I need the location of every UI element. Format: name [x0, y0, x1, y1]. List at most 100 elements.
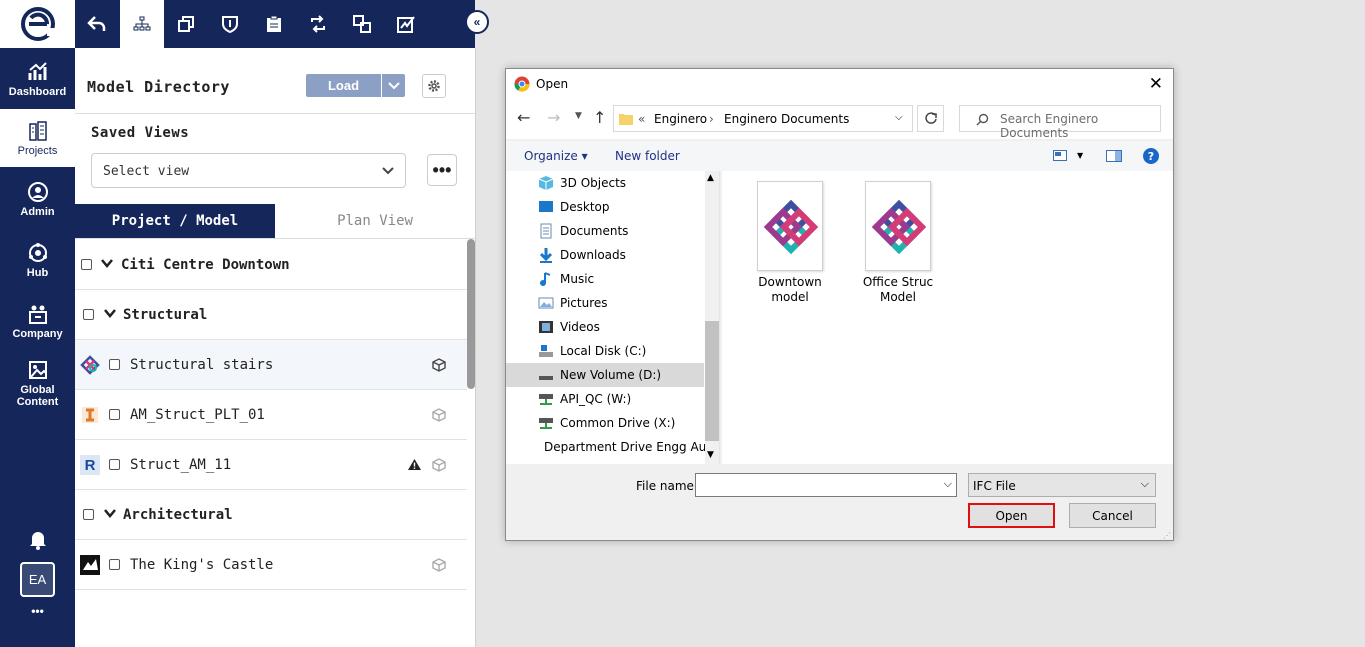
scrollbar-thumb[interactable] [705, 321, 719, 441]
model-row[interactable]: R Struct_AM_11 [75, 440, 467, 490]
tree-item-department-drive[interactable]: Department Drive Engg Aut [538, 435, 708, 459]
model-row[interactable]: The King's Castle [75, 540, 467, 590]
row-checkbox[interactable] [81, 259, 92, 270]
group-row[interactable]: Citi Centre Downtown [75, 240, 467, 290]
row-checkbox[interactable] [83, 309, 94, 320]
file-name-input[interactable]: ⌵ [695, 473, 957, 497]
load-dropdown-button[interactable] [382, 74, 405, 97]
downloads-icon [539, 248, 553, 263]
cube-icon[interactable] [432, 458, 446, 472]
tree-item-videos[interactable]: Videos [538, 315, 708, 339]
enginero-logo[interactable] [0, 0, 75, 48]
organize-menu[interactable]: Organize ▾ [524, 149, 588, 163]
sync-button[interactable] [296, 0, 340, 48]
bell-icon[interactable] [27, 528, 49, 550]
forward-arrow-icon[interactable]: → [547, 108, 560, 127]
cube-icon[interactable] [432, 358, 446, 372]
tree-item-local-disk[interactable]: Local Disk (C:) [538, 339, 708, 363]
back-button[interactable] [75, 0, 119, 48]
cancel-button[interactable]: Cancel [1069, 503, 1156, 528]
file-item[interactable]: Office Struc Model [858, 181, 938, 305]
nav-global-content[interactable]: Global Content [0, 352, 75, 414]
cube-icon[interactable] [432, 558, 446, 572]
tree-item-documents[interactable]: Documents [538, 219, 708, 243]
tree-item-downloads[interactable]: Downloads [538, 243, 708, 267]
breadcrumb-enginero-documents[interactable]: Enginero Documents [724, 112, 849, 126]
ifc-file-icon [757, 181, 823, 271]
tree-item-pictures[interactable]: Pictures [538, 291, 708, 315]
model-row[interactable]: Structural stairs [75, 340, 467, 390]
chevron-down-icon[interactable]: ⌵ [895, 112, 903, 123]
close-icon[interactable]: ✕ [1149, 74, 1163, 94]
file-type-select[interactable]: IFC File ⌵ [968, 473, 1156, 497]
report-button[interactable] [384, 0, 428, 48]
row-checkbox[interactable] [109, 559, 120, 570]
scroll-up-icon[interactable]: ▲ [707, 173, 714, 183]
3d-objects-icon [538, 176, 554, 190]
load-button[interactable]: Load [306, 74, 381, 97]
model-label: AM_Struct_PLT_01 [130, 406, 265, 423]
address-bar[interactable]: « Enginero › Enginero Documents ⌵ [613, 105, 913, 132]
tree-label: Music [560, 272, 595, 286]
cube-icon[interactable] [432, 408, 446, 422]
resize-grip-icon[interactable]: ⋰ [1163, 531, 1171, 540]
preview-pane-icon[interactable] [1106, 150, 1122, 162]
help-icon[interactable]: ? [1143, 148, 1159, 164]
more-options-button[interactable]: ••• [427, 154, 457, 186]
tab-plan-view[interactable]: Plan View [275, 204, 475, 238]
tree-item-api-qc[interactable]: API_QC (W:) [538, 387, 708, 411]
nav-projects[interactable]: Projects [0, 109, 75, 167]
row-checkbox[interactable] [83, 509, 94, 520]
back-arrow-icon[interactable]: ← [517, 108, 530, 127]
settings-button[interactable] [422, 74, 446, 98]
nav-label: Company [12, 327, 63, 340]
compare-button[interactable] [340, 0, 384, 48]
tree-item-new-volume[interactable]: New Volume (D:) [538, 363, 708, 387]
new-folder-button[interactable]: New folder [615, 149, 680, 163]
collapse-panel-button[interactable]: « [465, 10, 489, 34]
up-arrow-icon[interactable]: ↑ [593, 108, 606, 127]
tab-project-model[interactable]: Project / Model [75, 204, 275, 238]
nav-admin[interactable]: Admin [0, 170, 75, 228]
copy-button[interactable] [164, 0, 208, 48]
tree-item-desktop[interactable]: Desktop [538, 195, 708, 219]
nav-hub[interactable]: Hub [0, 231, 75, 289]
chevron-down-icon[interactable] [104, 509, 116, 518]
nav-company[interactable]: Company [0, 292, 75, 350]
tree-scrollbar[interactable]: ▲ ▼ [705, 171, 719, 464]
view-chevron-icon[interactable]: ▼ [1077, 151, 1083, 160]
search-box[interactable]: Search Enginero Documents [959, 105, 1161, 140]
breadcrumb-overflow[interactable]: « [638, 112, 645, 126]
nav-dashboard[interactable]: Dashboard [0, 50, 75, 108]
select-view-dropdown[interactable]: Select view [91, 153, 406, 188]
more-icon[interactable]: ••• [0, 604, 75, 618]
tree-item-common-drive[interactable]: Common Drive (X:) [538, 411, 708, 435]
file-item[interactable]: Downtown model [750, 181, 830, 305]
shield-button[interactable] [208, 0, 252, 48]
scroll-down-icon[interactable]: ▼ [707, 450, 714, 460]
model-row[interactable]: AM_Struct_PLT_01 [75, 390, 467, 440]
hierarchy-button[interactable] [120, 0, 164, 48]
row-checkbox[interactable] [109, 359, 120, 370]
chevron-down-icon[interactable] [101, 259, 113, 268]
recent-chevron-icon[interactable]: ▼ [575, 111, 582, 121]
chevron-down-icon[interactable]: ⌵ [944, 477, 952, 491]
group-row[interactable]: Structural [75, 290, 467, 340]
model-directory-panel: Model Directory Load Saved Views Select … [75, 48, 476, 647]
chevron-down-icon [387, 81, 400, 89]
chevron-down-icon[interactable] [104, 309, 116, 318]
breadcrumb-enginero[interactable]: Enginero [654, 112, 707, 126]
open-button[interactable]: Open [968, 503, 1055, 528]
refresh-button[interactable] [917, 105, 944, 132]
view-options-icon[interactable] [1053, 150, 1067, 161]
avatar[interactable]: EA [20, 562, 55, 597]
row-checkbox[interactable] [109, 409, 120, 420]
rfi-button[interactable] [252, 0, 296, 48]
row-checkbox[interactable] [109, 459, 120, 470]
dialog-title: Open [536, 77, 569, 91]
tree-item-music[interactable]: Music [538, 267, 708, 291]
tree-item-3d-objects[interactable]: 3D Objects [538, 171, 708, 195]
panel-scrollbar[interactable] [467, 239, 475, 389]
nav-label: Projects [17, 144, 58, 157]
group-row[interactable]: Architectural [75, 490, 467, 540]
